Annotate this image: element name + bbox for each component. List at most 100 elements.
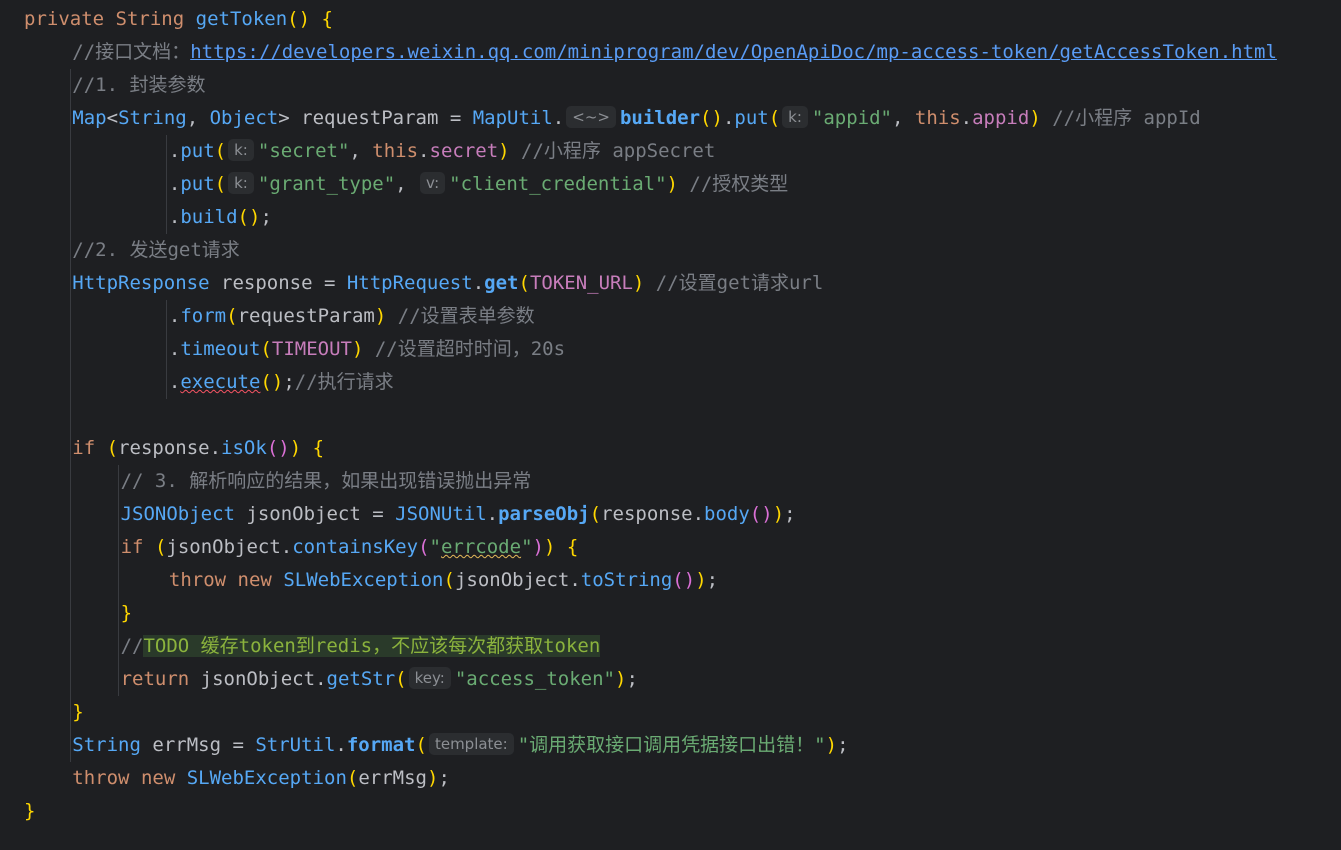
code-token: put — [734, 107, 769, 129]
code-token: () — [260, 371, 284, 393]
code-token: private — [24, 8, 105, 30]
code-token: //小程序 appId — [1052, 107, 1201, 129]
code-line[interactable]: private String getToken() { — [24, 3, 333, 36]
code-token: ; — [706, 569, 719, 591]
code-line[interactable]: if (response.isOk()) { — [72, 432, 324, 465]
code-token: ) — [543, 536, 556, 558]
code-line[interactable]: throw new SLWebException(jsonObject.toSt… — [169, 564, 718, 597]
code-token: if — [120, 536, 144, 558]
code-token: ) — [772, 503, 785, 525]
code-token: , — [892, 107, 915, 129]
code-token: secret — [429, 140, 499, 162]
code-token: ( — [154, 536, 167, 558]
inlay-hint: key: — [408, 667, 451, 689]
code-token: " — [429, 536, 441, 558]
doc-link[interactable]: https://developers.weixin.qq.com/minipro… — [190, 41, 1277, 63]
code-token: () — [749, 503, 773, 525]
code-token: HttpResponse — [72, 272, 210, 294]
indent-guide — [166, 300, 167, 399]
code-token: JSONUtil — [395, 503, 487, 525]
code-token: appid — [972, 107, 1030, 129]
code-token: build — [180, 206, 238, 228]
code-token: ; — [260, 206, 272, 228]
code-line[interactable]: String errMsg = StrUtil.format(template:… — [72, 729, 849, 762]
code-token: ( — [443, 569, 455, 591]
code-token: requestParam — [237, 305, 375, 327]
code-token: { — [566, 536, 579, 558]
code-token: ( — [395, 668, 407, 690]
code-line[interactable]: .form(requestParam) //设置表单参数 — [169, 300, 535, 333]
code-line[interactable]: .execute();//执行请求 — [169, 366, 394, 399]
code-line[interactable]: Map<String, Object> requestParam = MapUt… — [72, 102, 1201, 135]
code-token: containsKey — [292, 536, 419, 558]
code-token: TIMEOUT — [271, 338, 352, 360]
code-token: String — [115, 8, 185, 30]
code-token: . — [168, 140, 181, 162]
code-token: new — [237, 569, 272, 591]
inlay-hint: k: — [228, 139, 254, 161]
code-token: ) — [695, 569, 707, 591]
code-line[interactable]: .timeout(TIMEOUT) //设置超时时间，20s — [169, 333, 565, 366]
code-line[interactable]: //TODO 缓存token到redis，不应该每次都获取token — [121, 630, 601, 663]
inlay-hint: v: — [420, 172, 446, 194]
code-editor[interactable]: private String getToken() {//接口文档：https:… — [0, 0, 1341, 850]
code-line[interactable]: } — [72, 696, 83, 729]
code-token: ) — [374, 305, 387, 327]
code-line[interactable]: return jsonObject.getStr(key: "access_tok… — [121, 663, 638, 696]
code-token: format — [346, 734, 416, 756]
code-line[interactable]: throw new SLWebException(errMsg); — [72, 762, 450, 795]
code-token: jsonObject. — [189, 668, 327, 690]
code-token: ( — [106, 437, 119, 459]
code-token: . — [168, 371, 181, 393]
code-token: ) — [498, 140, 510, 162]
code-line[interactable]: // 3. 解析响应的结果，如果出现错误抛出异常 — [121, 465, 532, 498]
code-line[interactable]: HttpResponse response = HttpRequest.get(… — [72, 267, 823, 300]
code-line[interactable]: .put(k: "secret", this.secret) //小程序 appS… — [169, 135, 715, 168]
code-token: MapUtil — [472, 107, 553, 129]
code-token: if — [72, 437, 96, 459]
code-token: ( — [260, 338, 272, 360]
code-token: put — [180, 140, 215, 162]
code-token: "client_credential" — [449, 173, 667, 195]
code-token: parseObj — [498, 503, 590, 525]
code-line[interactable]: //接口文档：https://developers.weixin.qq.com/… — [72, 36, 1277, 69]
code-token: jsonObject = — [234, 503, 396, 525]
code-token: timeout — [180, 338, 261, 360]
code-token: response = — [209, 272, 347, 294]
code-line[interactable]: .put(k: "grant_type", v: "client_credentia… — [169, 168, 788, 201]
code-token: ) — [351, 338, 364, 360]
code-token: //接口文档： — [72, 41, 191, 63]
code-token: () — [287, 8, 311, 30]
code-token: ( — [518, 272, 530, 294]
code-line[interactable]: } — [24, 795, 35, 828]
code-token: "appid" — [811, 107, 892, 129]
code-token: SLWebException — [283, 569, 444, 591]
code-token: . — [722, 107, 735, 129]
code-line[interactable]: //1. 封装参数 — [72, 69, 205, 102]
code-token: getToken — [195, 8, 288, 30]
code-token: ) — [532, 536, 544, 558]
indent-guide — [166, 135, 167, 234]
code-token: errcode — [440, 536, 522, 558]
code-token: errMsg — [358, 767, 427, 789]
code-token: response. — [601, 503, 705, 525]
code-line[interactable]: } — [121, 597, 132, 630]
code-line[interactable]: //2. 发送get请求 — [72, 234, 240, 267]
code-token: String — [72, 734, 141, 756]
code-line[interactable]: if (jsonObject.containsKey("errcode")) { — [121, 531, 579, 564]
code-token: HttpRequest — [346, 272, 473, 294]
code-line[interactable]: .build(); — [169, 201, 272, 234]
code-token: . — [552, 107, 565, 129]
code-token: //执行请求 — [294, 371, 394, 393]
code-token: form — [180, 305, 227, 327]
inlay-hint: template: — [428, 733, 514, 755]
code-line[interactable]: JSONObject jsonObject = JSONUtil.parseOb… — [121, 498, 796, 531]
